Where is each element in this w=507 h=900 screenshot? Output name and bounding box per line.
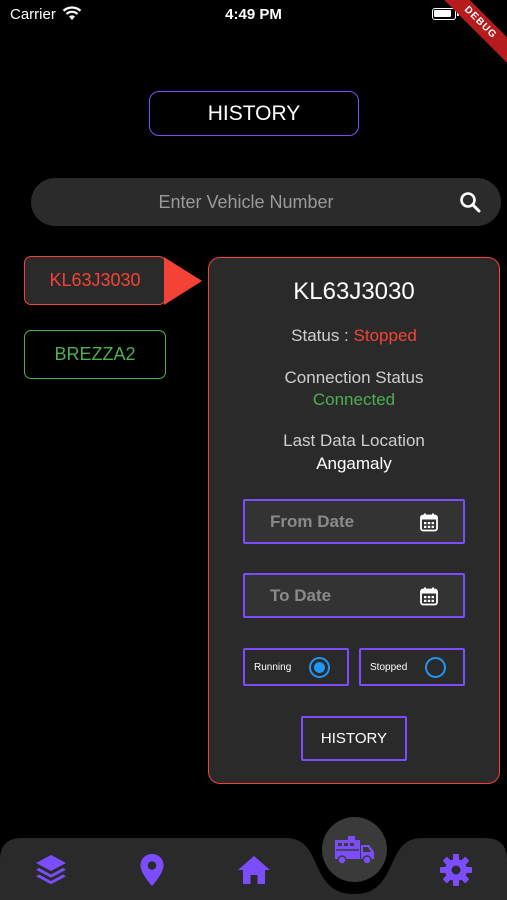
truck-icon	[334, 835, 374, 865]
selection-pointer	[164, 257, 202, 305]
location-pin-icon[interactable]	[134, 852, 170, 888]
search-icon[interactable]	[458, 190, 482, 214]
history-submit-button[interactable]: HISTORY	[301, 716, 407, 761]
status-bar: Carrier 4:49 PM	[0, 0, 507, 28]
clock: 4:49 PM	[225, 6, 282, 23]
from-date-field[interactable]: From Date	[243, 499, 465, 544]
settings-icon[interactable]	[438, 852, 474, 888]
last-location-label: Last Data Location	[283, 431, 425, 450]
status-row: Status : Stopped	[209, 326, 499, 346]
status-label: Status :	[291, 326, 354, 345]
stopped-filter-label: Stopped	[370, 662, 408, 673]
calendar-icon	[420, 513, 438, 532]
running-filter[interactable]: Running	[243, 648, 349, 686]
to-date-placeholder: To Date	[270, 586, 332, 605]
vehicle-search-bar	[31, 178, 501, 226]
status-value: Stopped	[353, 326, 417, 345]
running-radio[interactable]	[309, 657, 330, 678]
vehicle-tag-selected[interactable]: KL63J3030	[24, 256, 166, 305]
connection-status-value: Connected	[312, 390, 396, 409]
battery-icon	[432, 8, 459, 20]
stopped-radio[interactable]	[425, 657, 446, 678]
vehicle-search-input[interactable]	[31, 178, 441, 226]
last-location-value: Angamaly	[316, 454, 392, 473]
truck-tab-button[interactable]	[322, 817, 387, 882]
history-title-button[interactable]: HISTORY	[149, 91, 359, 136]
to-date-field[interactable]: To Date	[243, 573, 465, 618]
running-filter-label: Running	[254, 662, 292, 673]
vehicle-details-card: KL63J3030 Status : Stopped Connection St…	[208, 257, 500, 784]
calendar-icon	[420, 587, 438, 606]
vehicle-number-title: KL63J3030	[293, 278, 415, 305]
vehicle-tag[interactable]: BREZZA2	[24, 330, 166, 379]
from-date-placeholder: From Date	[270, 512, 355, 531]
stopped-filter[interactable]: Stopped	[359, 648, 465, 686]
layers-icon[interactable]	[33, 852, 69, 888]
home-icon[interactable]	[236, 852, 272, 888]
connection-status-label: Connection Status	[284, 368, 424, 387]
